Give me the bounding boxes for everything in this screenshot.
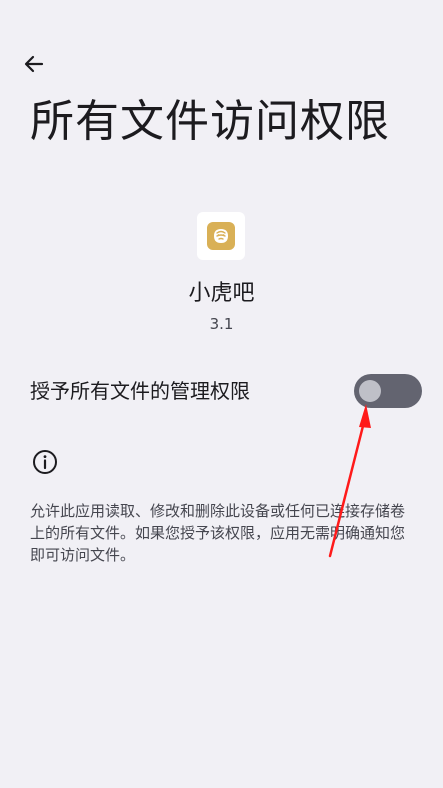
all-files-access-toggle[interactable] [354, 374, 422, 408]
back-button[interactable] [18, 48, 50, 80]
arrow-left-icon [24, 55, 44, 73]
tiger-app-icon [207, 222, 235, 250]
permission-label: 授予所有文件的管理权限 [30, 379, 250, 403]
permission-row[interactable]: 授予所有文件的管理权限 [0, 366, 443, 416]
permission-description: 允许此应用读取、修改和删除此设备或任何已连接存储卷上的所有文件。如果您授予该权限… [30, 502, 406, 564]
app-name: 小虎吧 [188, 281, 255, 306]
app-icon-container [197, 212, 245, 260]
toggle-knob [359, 380, 381, 402]
info-icon [33, 450, 57, 474]
page-title: 所有文件访问权限 [30, 96, 390, 147]
app-version: 3.1 [209, 315, 234, 333]
